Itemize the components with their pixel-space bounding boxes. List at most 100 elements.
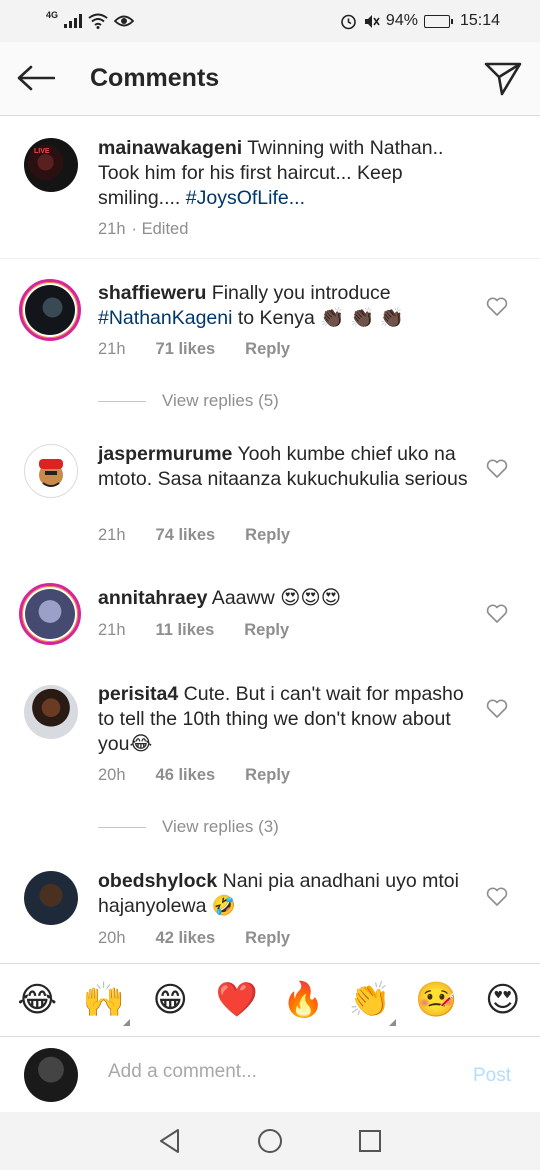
username[interactable]: shaffieweru (98, 282, 206, 304)
caption-ellipsis: ... (288, 187, 306, 209)
nav-home-button[interactable] (255, 1126, 285, 1156)
likes-count[interactable]: 42 likes (156, 929, 216, 948)
avatar[interactable] (19, 279, 81, 341)
hashtag-link[interactable]: #NathanKageni (98, 307, 232, 329)
reply-button[interactable]: Reply (245, 766, 290, 785)
comment-item: annitahraey Aaaww 😍😍😍 21h 11 likes Reply (0, 575, 540, 667)
avatar-image (39, 459, 63, 487)
comment-text: obedshylock Nani pia anadhani uyo mtoi h… (98, 869, 470, 919)
arrow-left-icon (17, 65, 55, 91)
reply-button[interactable]: Reply (245, 929, 290, 948)
heart-icon[interactable] (486, 699, 508, 719)
comment-body: Finally you introduce (206, 282, 391, 304)
emoji-sick-button[interactable]: 🤒 (408, 980, 464, 1020)
mute-icon (364, 14, 380, 28)
timestamp: 21h (98, 621, 126, 639)
skin-tone-indicator (122, 1018, 130, 1026)
likes-count[interactable]: 71 likes (156, 340, 216, 359)
emoji-clap-button[interactable]: 👏 (342, 979, 398, 1026)
view-replies-button[interactable]: View replies (3) (98, 817, 279, 837)
hashtag-link[interactable]: #JoysOfLife (186, 187, 289, 209)
comment-item: obedshylock Nani pia anadhani uyo mtoi h… (0, 859, 540, 963)
battery-percent: 94% (385, 12, 418, 29)
likes-count[interactable]: 46 likes (156, 766, 216, 785)
username[interactable]: jaspermurume (98, 443, 232, 465)
replies-line (98, 826, 146, 828)
emoji-clap: 👏 (348, 979, 391, 1020)
eye-icon (114, 15, 135, 27)
heart-icon[interactable] (486, 459, 508, 479)
comment-item: jaspermurume Yooh kumbe chief uko na mto… (0, 430, 540, 575)
comment-text: annitahraey Aaaww 😍😍😍 (98, 586, 470, 611)
emoji-raised-hands: 🙌 (82, 979, 125, 1020)
comment-body: Aaaww 😍😍😍 (207, 587, 342, 609)
avatar[interactable] (19, 583, 81, 645)
comment-meta: 20h 46 likes Reply (98, 766, 290, 785)
heart-icon[interactable] (486, 887, 508, 907)
comment-text: shaffieweru Finally you introduce #Natha… (98, 281, 470, 331)
heart-icon[interactable] (486, 297, 508, 317)
caption-meta: 21h · Edited (98, 220, 188, 239)
view-replies-label: View replies (3) (162, 817, 279, 836)
username[interactable]: obedshylock (98, 870, 217, 892)
nav-back-button[interactable] (155, 1126, 185, 1156)
caption-text: mainawakageni Twinning with Nathan.. Too… (98, 136, 470, 211)
emoji-quick-bar: 😂 🙌 😁 ❤️ 🔥 👏 🤒 😍 (0, 963, 540, 1035)
likes-count[interactable]: 74 likes (156, 526, 216, 545)
emoji-tears-of-joy-button[interactable]: 😂 (9, 980, 65, 1020)
share-button[interactable] (484, 60, 524, 96)
battery-icon (423, 14, 453, 28)
timestamp: 20h (98, 766, 126, 784)
username[interactable]: annitahraey (98, 587, 207, 609)
timestamp: 21h (98, 526, 126, 544)
wifi-icon (88, 13, 108, 29)
circle-home-icon (258, 1129, 282, 1153)
timestamp: 21h (98, 340, 126, 358)
avatar[interactable] (24, 871, 78, 925)
comment-meta: 20h 42 likes Reply (98, 929, 290, 948)
triangle-back-icon (160, 1129, 179, 1153)
back-button[interactable] (16, 62, 56, 94)
avatar-image (25, 285, 75, 335)
avatar-image (25, 589, 75, 639)
reply-button[interactable]: Reply (245, 526, 290, 545)
avatar[interactable]: LIVE (24, 138, 78, 192)
comment-input[interactable] (108, 1061, 438, 1083)
comment-composer: Post (0, 1036, 540, 1112)
heart-icon[interactable] (486, 604, 508, 624)
timestamp: 21h (98, 220, 126, 238)
page-title: Comments (90, 64, 220, 92)
square-recents-icon (359, 1130, 381, 1152)
avatar (24, 1048, 78, 1102)
caption: LIVE mainawakageni Twinning with Nathan.… (0, 116, 540, 258)
comment-text: perisita4 Cute. But i can't wait for mpa… (98, 682, 470, 757)
view-replies-label: View replies (5) (162, 391, 279, 410)
comment-text: jaspermurume Yooh kumbe chief uko na mto… (98, 442, 470, 492)
emoji-raised-hands-button[interactable]: 🙌 (76, 979, 132, 1026)
emoji-fire-button[interactable]: 🔥 (275, 980, 331, 1020)
alarm-icon (341, 14, 356, 29)
emoji-heart-eyes-button[interactable]: 😍 (475, 980, 531, 1020)
signal-icon (64, 14, 83, 28)
username[interactable]: mainawakageni (98, 137, 242, 159)
emoji-heart-button[interactable]: ❤️ (209, 980, 265, 1020)
system-nav-bar (0, 1112, 540, 1170)
username[interactable]: perisita4 (98, 683, 178, 705)
post-button[interactable]: Post (473, 1065, 511, 1087)
status-bar: 4G 94% 15:14 (0, 0, 540, 42)
comment-meta: 21h 74 likes Reply (98, 526, 290, 545)
clock: 15:14 (459, 12, 500, 29)
status-right: 94% 15:14 (340, 12, 500, 30)
avatar[interactable] (24, 444, 78, 498)
avatar[interactable] (24, 685, 78, 739)
likes-count[interactable]: 11 likes (156, 621, 215, 640)
emoji-grin-button[interactable]: 😁 (142, 980, 198, 1020)
header: Comments (0, 42, 540, 116)
nav-recents-button[interactable] (355, 1126, 385, 1156)
paper-plane-icon (484, 62, 522, 96)
status-left: 4G (46, 10, 135, 29)
reply-button[interactable]: Reply (244, 621, 289, 640)
view-replies-button[interactable]: View replies (5) (98, 391, 279, 411)
comment-item: shaffieweru Finally you introduce #Natha… (0, 259, 540, 429)
reply-button[interactable]: Reply (245, 340, 290, 359)
